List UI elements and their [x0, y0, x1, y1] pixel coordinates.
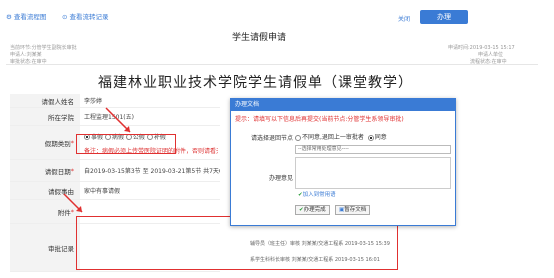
flow-icon: ⚙ [6, 13, 12, 21]
node-label: 请选择退回节点 [250, 135, 293, 142]
finish-button[interactable]: ✔办理完成 [295, 205, 330, 215]
meta-applicant: 申请人:刘某某 [10, 52, 42, 58]
type-label: 假期类别 * [10, 126, 80, 159]
dialog-tip: 提示：请填写以下信息后再提交(当前节点:分管学生系领导审批) [235, 116, 404, 123]
common-opinion-select[interactable]: --选择常用处理意见---- [295, 145, 451, 154]
node-options: 不同意,退回上一审批者 同意 [295, 132, 387, 141]
form-title: 福建林业职业技术学院学生请假单（课堂教学） [98, 75, 413, 91]
class-label: 所在学院 [10, 108, 80, 125]
divider [6, 64, 538, 65]
opinion-textarea[interactable] [295, 157, 451, 189]
option-reject[interactable]: 不同意,退回上一审批者 [295, 134, 364, 141]
arrow-icon [105, 107, 131, 133]
page-title: 学生请假申请 [232, 33, 287, 43]
name-label: 请假人姓名 [10, 94, 80, 107]
view-flow-link[interactable]: ⚙ 查看流程图 [6, 11, 46, 21]
meta-time: 申请时间:2019-03-15 15:17 [448, 45, 515, 51]
close-link[interactable]: 关闭 [398, 14, 410, 23]
log-label: 审批记录 [10, 224, 80, 271]
meta-unit: 申请人单位 [478, 52, 504, 58]
submit-button[interactable]: 办理 [420, 10, 468, 24]
process-dialog: 办理文档 提示：请填写以下信息后再提交(当前节点:分管学生系领导审批) 请选择退… [230, 98, 456, 226]
dialog-title: 办理文档 [231, 99, 455, 111]
option-approve[interactable]: 同意 [367, 134, 387, 141]
arrow-icon [63, 193, 83, 213]
row-date: 请假日期 * 自2019-03-15第3节 至 2019-03-21第5节 共7天… [10, 160, 220, 182]
row-reason: 请假事由 家中有事请假 [10, 182, 220, 200]
save-draft-button[interactable]: ▣暂存文档 [335, 205, 371, 215]
meta-current-node: 当前环节:分管学生副院长审批 [10, 45, 77, 51]
date-value: 自2019-03-15第3节 至 2019-03-21第5节 共7天6节 [84, 168, 220, 175]
add-common-button[interactable]: ✔加入到常用语 [295, 191, 339, 201]
date-label: 请假日期 * [10, 160, 80, 181]
opinion-label: 办理意见 [268, 175, 293, 182]
records-icon: ⊙ [62, 13, 68, 21]
view-records-link[interactable]: ⊙ 查看流转记录 [62, 11, 109, 21]
